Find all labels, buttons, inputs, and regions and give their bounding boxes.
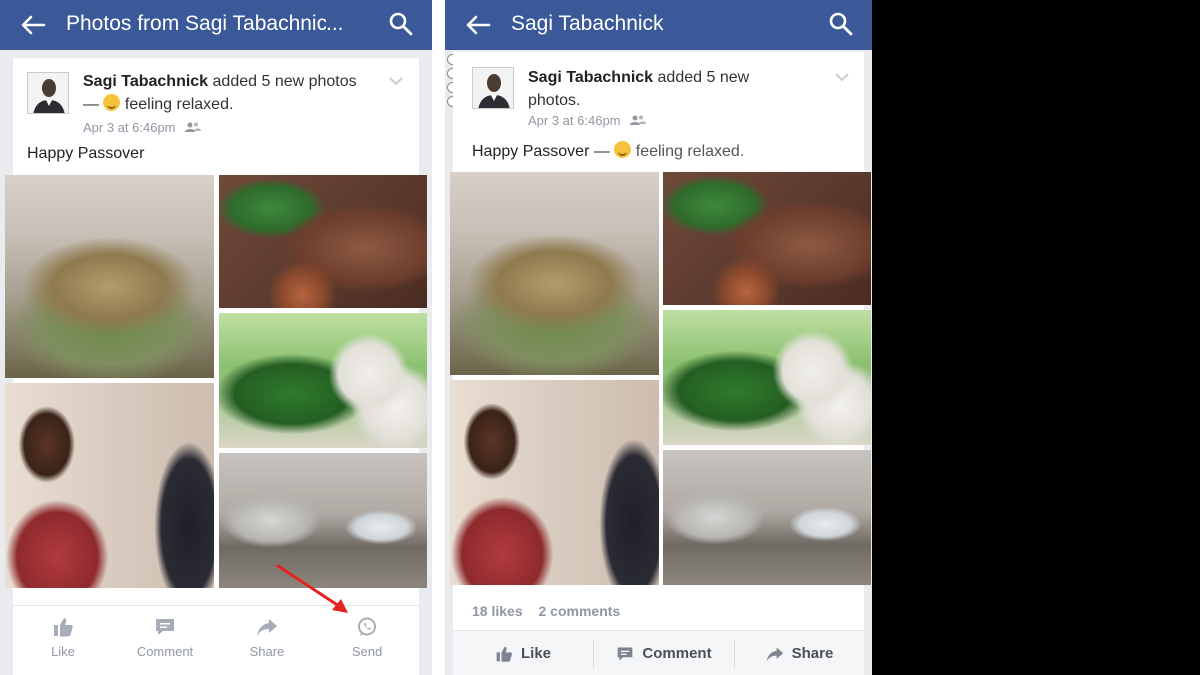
- top-bar: Sagi Tabachnick: [445, 0, 872, 50]
- post-caption: Happy Passover — feeling relaxed.: [472, 141, 744, 161]
- title-ellipsis: ...: [326, 12, 344, 35]
- caption-text: Happy Passover —: [472, 143, 610, 160]
- chevron-down-icon[interactable]: [389, 76, 403, 86]
- post-header: Sagi Tabachnick added 5 new photos.: [528, 66, 788, 112]
- left-screen: Photos from Sagi Tabachnick ... Sagi Tab…: [0, 0, 432, 675]
- comment-icon: [618, 646, 633, 661]
- share-button[interactable]: Share: [227, 616, 307, 659]
- photo-grain-bowl[interactable]: [5, 175, 214, 378]
- back-arrow-icon[interactable]: [463, 12, 493, 38]
- relaxed-emoji-icon: [614, 141, 632, 158]
- photo-herbs-eggs[interactable]: [663, 310, 871, 445]
- reaction-stats: 18 likes 2 comments: [472, 603, 620, 619]
- send-button[interactable]: Send: [327, 616, 407, 659]
- panel-divider: [432, 0, 445, 675]
- photo-seder-plate[interactable]: [663, 172, 871, 305]
- avatar-image: [473, 68, 513, 108]
- like-button[interactable]: Like: [23, 616, 103, 659]
- photo-herbs-eggs[interactable]: [219, 313, 427, 448]
- comment-button[interactable]: Comment: [125, 616, 205, 659]
- share-button[interactable]: Share: [735, 631, 864, 675]
- timestamp[interactable]: Apr 3 at 6:46pm: [83, 120, 176, 135]
- chevron-down-icon[interactable]: [835, 72, 849, 82]
- top-bar: Photos from Sagi Tabachnick ...: [0, 0, 432, 50]
- letterbox-area: [872, 0, 1200, 675]
- author-name[interactable]: Sagi Tabachnick: [83, 73, 208, 90]
- avatar[interactable]: [27, 72, 69, 114]
- timestamp-row: Apr 3 at 6:46pm: [83, 120, 202, 135]
- photo-glass[interactable]: [663, 450, 871, 585]
- comment-button[interactable]: Comment: [594, 631, 734, 675]
- search-icon[interactable]: [388, 11, 414, 37]
- feeling-text: feeling relaxed.: [124, 96, 234, 113]
- page-title: Photos from Sagi Tabachnick: [66, 12, 326, 35]
- photo-grain-bowl[interactable]: [450, 172, 659, 375]
- like-button[interactable]: Like: [453, 631, 593, 675]
- timestamp[interactable]: Apr 3 at 6:46pm: [528, 113, 621, 128]
- page-title: Sagi Tabachnick: [511, 12, 664, 35]
- friends-privacy-icon: [185, 122, 202, 132]
- thumbs-up-icon: [496, 646, 512, 662]
- timestamp-row: Apr 3 at 6:46pm: [528, 113, 647, 128]
- avatar-image: [28, 73, 68, 113]
- annotation-arrow-icon: [276, 564, 348, 613]
- friends-privacy-icon: [630, 115, 647, 125]
- share-label: Share: [249, 644, 285, 659]
- share-icon: [766, 646, 783, 661]
- relaxed-emoji-icon: [103, 94, 121, 111]
- comment-label: Comment: [136, 644, 194, 659]
- post-caption: Happy Passover: [27, 145, 145, 162]
- likes-count[interactable]: 18 likes: [472, 603, 523, 619]
- back-arrow-icon[interactable]: [18, 12, 48, 38]
- photo-people[interactable]: [450, 380, 659, 585]
- search-icon[interactable]: [828, 11, 854, 37]
- post-card: Sagi Tabachnick added 5 new photos. Apr …: [450, 52, 871, 675]
- like-label: Like: [51, 644, 75, 659]
- right-screen: Sagi Tabachnick Sagi Tabachnick added 5 …: [445, 0, 872, 675]
- feeling-text: feeling relaxed.: [635, 143, 745, 160]
- comments-count[interactable]: 2 comments: [539, 603, 621, 619]
- photo-people[interactable]: [5, 383, 214, 588]
- author-name[interactable]: Sagi Tabachnick: [528, 69, 653, 86]
- photo-seder-plate[interactable]: [219, 175, 427, 308]
- comment-icon: [156, 619, 174, 635]
- post-header: Sagi Tabachnick added 5 new photos — fee…: [83, 70, 363, 116]
- share-label: Share: [791, 645, 834, 662]
- action-bar: Like Comment Share: [453, 630, 864, 675]
- send-label: Send: [351, 644, 383, 659]
- avatar[interactable]: [472, 67, 514, 109]
- like-label: Like: [520, 645, 551, 662]
- comment-label: Comment: [642, 645, 712, 662]
- thumbs-up-icon: [54, 618, 73, 637]
